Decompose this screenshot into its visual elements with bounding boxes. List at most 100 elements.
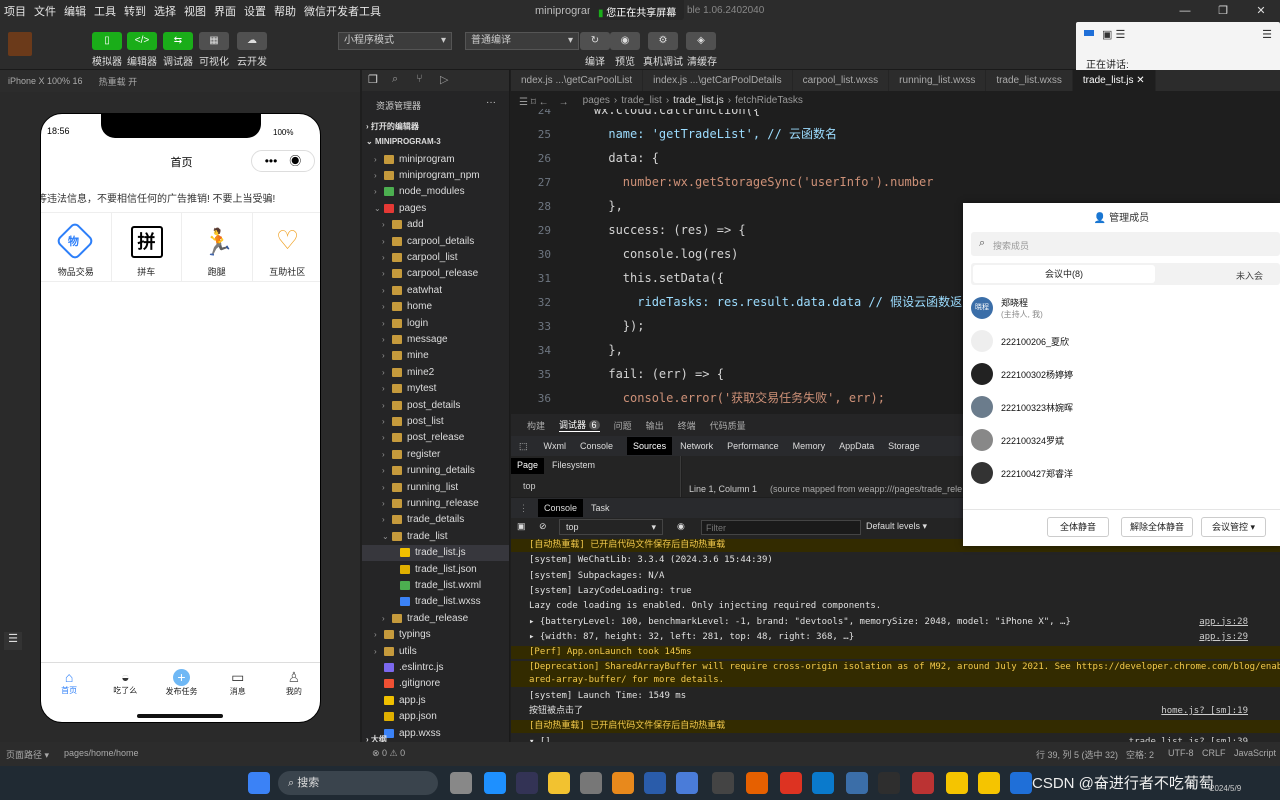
devtab-performance[interactable]: Performance — [727, 441, 779, 451]
eol-status[interactable]: CRLF — [1202, 748, 1226, 758]
code-line[interactable]: 27 number:wx.getStorageSync('userInfo').… — [511, 170, 934, 194]
tree-item[interactable]: › message — [362, 331, 509, 347]
close-tab-icon[interactable]: ✕ — [1136, 75, 1144, 86]
mute-all-button[interactable]: 全体静音 — [1047, 517, 1110, 537]
menu-select[interactable]: 选择 — [150, 3, 180, 19]
wechat-devtools-icon[interactable] — [912, 772, 934, 794]
tree-item[interactable]: app.json — [362, 709, 509, 725]
console-log[interactable]: ▸ {batteryLevel: 100, benchmarkLevel: -1… — [511, 616, 1280, 629]
devtab-sources[interactable]: Sources — [627, 437, 673, 455]
language-status[interactable]: JavaScript — [1234, 748, 1276, 758]
screen-share-banner[interactable]: ▮ 您正在共享屏幕 — [590, 0, 685, 20]
code-line[interactable]: 30 console.log(res) — [511, 242, 739, 266]
tab-in-meeting[interactable]: 会议中(8) — [973, 265, 1155, 283]
page-path-select[interactable]: 页面路径 ▾ — [6, 748, 49, 761]
console-warning[interactable]: [自动热重载] 已开启代码文件保存后自动热重载 — [511, 720, 1280, 734]
tree-item[interactable]: › add — [362, 217, 509, 233]
code-line[interactable]: 24 wx.cloud.callFunction({ — [511, 109, 760, 122]
sources-tree-top[interactable]: top — [523, 481, 536, 491]
devtab-console[interactable]: Console — [580, 441, 613, 451]
more-icon[interactable]: ··· — [486, 97, 496, 108]
tree-item[interactable]: › carpool_list — [362, 249, 509, 265]
debug-icon[interactable]: ▷ — [440, 73, 448, 86]
console-warning[interactable]: [Deprecation] SharedArrayBuffer will req… — [511, 661, 1280, 688]
code-line[interactable]: 36 console.error('获取交易任务失败', err); — [511, 386, 885, 410]
inspect-icon[interactable]: ⬚ — [519, 441, 528, 452]
console-log[interactable]: Lazy code loading is enabled. Only injec… — [511, 600, 1280, 613]
menu-help[interactable]: 帮助 — [270, 3, 300, 19]
grid-item-carpool[interactable]: 拼 拼车 — [112, 213, 182, 281]
tree-item[interactable]: trade_list.wxml — [362, 577, 509, 593]
search-icon[interactable]: ⌕ — [392, 73, 398, 86]
recycle-icon[interactable] — [580, 772, 602, 794]
tree-item[interactable]: ⌄ trade_list — [362, 528, 509, 544]
tree-item[interactable]: › miniprogram_npm — [362, 167, 509, 183]
tab-mine[interactable]: ♙ 我的 — [266, 663, 320, 722]
debugger-icon[interactable]: ⇆ — [163, 32, 193, 50]
console-filter-input[interactable] — [701, 520, 861, 535]
tree-item[interactable]: › carpool_details — [362, 233, 509, 249]
tree-item[interactable]: › register — [362, 446, 509, 462]
console-log[interactable]: ▸ {width: 87, height: 32, left: 281, top… — [511, 631, 1280, 644]
console-warning[interactable]: [Perf] App.onLaunch took 145ms — [511, 646, 1280, 660]
task-tab[interactable]: Task — [591, 503, 610, 513]
menu-tools[interactable]: 工具 — [90, 3, 120, 19]
mode-select[interactable]: 小程序模式 ▾ — [338, 32, 452, 50]
taskview-icon[interactable] — [450, 772, 472, 794]
hot-reload-toggle[interactable]: 热重载 开 — [99, 75, 138, 88]
tree-item[interactable]: trade_list.wxss — [362, 594, 509, 610]
crumb-file[interactable]: trade_list.js — [673, 95, 724, 106]
list-icon[interactable]: ☰ — [4, 632, 22, 650]
panel-tab-problems[interactable]: 问题 — [614, 419, 632, 432]
tree-item[interactable]: › post_details — [362, 397, 509, 413]
tab-running-list-wxss[interactable]: running_list.wxss — [889, 70, 987, 91]
source-map-info[interactable]: (source mapped from weapp:///pages/trade… — [770, 484, 962, 494]
grid-item-trade[interactable]: 物 物品交易 — [41, 213, 112, 281]
devtool-icon[interactable] — [644, 772, 666, 794]
tree-item[interactable]: trade_list.json — [362, 561, 509, 577]
code-line[interactable]: 28 }, — [511, 194, 623, 218]
code-line[interactable]: 35 fail: (err) => { — [511, 362, 724, 386]
compile-icon[interactable]: ↻ — [580, 32, 610, 50]
grid-item-community[interactable]: ♡ 互助社区 — [253, 213, 321, 281]
drawer-menu-icon[interactable]: ⋮ — [519, 503, 528, 514]
device-debug-button[interactable]: 真机调试 — [641, 53, 685, 68]
clear-console-icon[interactable]: ⊘ — [539, 521, 547, 532]
outline-section[interactable]: › 大纲 — [366, 734, 387, 742]
tree-item[interactable]: › running_list — [362, 479, 509, 495]
panel-tab-debugger[interactable]: 调试器 6 — [559, 418, 600, 432]
crumb-function[interactable]: fetchRideTasks — [735, 95, 803, 106]
tree-item[interactable]: › running_details — [362, 463, 509, 479]
notepad-icon[interactable] — [846, 772, 868, 794]
tree-item[interactable]: › login — [362, 315, 509, 331]
code-line[interactable]: 29 success: (res) => { — [511, 218, 746, 242]
app-icon[interactable] — [676, 772, 698, 794]
close-icon[interactable]: ✕ — [1242, 0, 1280, 22]
crumb-trade-list[interactable]: trade_list — [621, 95, 662, 106]
menu-file[interactable]: 文件 — [30, 3, 60, 19]
unmute-all-button[interactable]: 解除全体静音 — [1121, 517, 1194, 537]
tree-item[interactable]: app.js — [362, 692, 509, 708]
context-select[interactable]: top ▾ — [559, 519, 663, 535]
tree-item[interactable]: › running_release — [362, 495, 509, 511]
preview-icon[interactable]: ◉ — [610, 32, 640, 50]
sidebar-toggle-icon[interactable]: ▣ — [517, 521, 526, 532]
tree-item[interactable]: › carpool_release — [362, 266, 509, 282]
wps-icon[interactable] — [780, 772, 802, 794]
tree-item[interactable]: › home — [362, 299, 509, 315]
cloud-icon[interactable]: ☁ — [237, 32, 267, 50]
menu-goto[interactable]: 转到 — [120, 3, 150, 19]
yellow-app-icon[interactable] — [946, 772, 968, 794]
chat-app-icon[interactable] — [978, 772, 1000, 794]
console-tab[interactable]: Console — [538, 499, 584, 517]
files-icon[interactable]: ❐ — [368, 73, 378, 86]
problems-count[interactable]: ⊗ 0 ⚠ 0 — [372, 748, 405, 759]
git-icon[interactable]: ⑂ — [416, 73, 423, 85]
maximize-icon[interactable]: ❐ — [1204, 0, 1242, 22]
editor-icon[interactable]: </> — [127, 32, 157, 50]
member-row[interactable]: 222100206_夏欣 — [971, 329, 1069, 353]
clear-cache-icon[interactable]: ◈ — [686, 32, 716, 50]
tree-item[interactable]: › miniprogram — [362, 151, 509, 167]
sources-tab-page[interactable]: Page — [511, 458, 545, 474]
tree-item[interactable]: › mine2 — [362, 364, 509, 380]
